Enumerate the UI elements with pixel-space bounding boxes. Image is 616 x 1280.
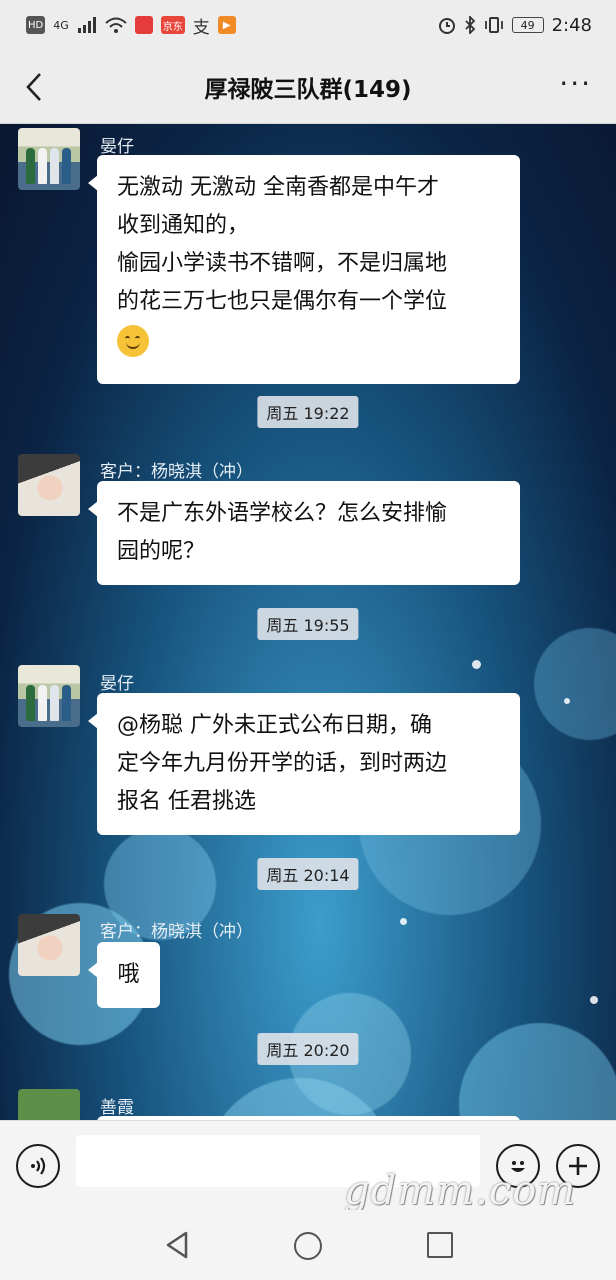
message-text: 哦 (117, 962, 140, 987)
chat-area[interactable]: 晏仔 无激动 无激动 全南香都是中午才 收到通知的， 愉园小学读书不错啊，不是归… (0, 124, 616, 1120)
message-bubble[interactable]: 哦 (88, 942, 160, 1008)
message-bubble[interactable]: 无激动 无激动 全南香都是中午才 收到通知的， 愉园小学读书不错啊，不是归属地 … (88, 155, 520, 384)
status-bar: HD 4G 京东 支 ▶ 49 2:48 (0, 0, 616, 50)
wifi-icon (105, 17, 127, 33)
avatar[interactable] (18, 1089, 80, 1120)
vibrate-icon (484, 17, 503, 33)
chat-header: 厚禄陂三队群(149) ··· (0, 50, 616, 124)
bokeh-dot (564, 698, 570, 704)
voice-button[interactable] (16, 1144, 60, 1188)
avatar[interactable] (18, 454, 80, 516)
back-button[interactable] (20, 70, 50, 104)
nav-home-button[interactable] (294, 1232, 322, 1260)
message-bubble[interactable]: @杨聪 广外未正式公布日期，确 定今年九月份开学的话，到时两边 报名 任君挑选 (88, 693, 520, 835)
alipay-app-icon: 支 (192, 17, 210, 38)
smile-emoji-icon (117, 325, 149, 357)
avatar[interactable] (18, 665, 80, 727)
message-text: 报名 任君挑选 (117, 789, 256, 814)
nav-recent-button[interactable] (427, 1232, 453, 1258)
voice-icon (31, 1157, 46, 1175)
avatar[interactable] (18, 914, 80, 976)
battery-icon: 49 (511, 17, 544, 33)
watermark: gdmm.com (344, 1168, 577, 1214)
sender-name: 善霞 (100, 1098, 134, 1118)
app-notification-icon (134, 16, 153, 34)
sender-name: 晏仔 (100, 137, 134, 157)
message-text: 定今年九月份开学的话，到时两边 (117, 751, 448, 776)
timestamp: 周五 19:22 (257, 396, 359, 428)
nav-back-button[interactable] (164, 1230, 190, 1260)
message-text: 的花三万七也只是偶尔有一个学位 (117, 289, 448, 314)
bokeh-dot (400, 918, 407, 925)
bokeh-dot (590, 996, 598, 1004)
message-text: @杨聪 广外未正式公布日期，确 (117, 713, 432, 738)
status-left: HD 4G 京东 支 ▶ (26, 13, 236, 38)
video-app-icon: ▶ (217, 16, 236, 34)
clock: 2:48 (551, 14, 592, 36)
sender-name: 客户：杨晓淇（冲） (100, 922, 253, 942)
alarm-icon (438, 18, 455, 34)
message-text: 无激动 无激动 全南香都是中午才 (117, 175, 439, 200)
sender-name: 客户：杨晓淇（冲） (100, 462, 253, 482)
avatar[interactable] (18, 128, 80, 190)
timestamp: 周五 19:55 (257, 608, 359, 640)
system-nav-bar (0, 1210, 616, 1280)
bokeh-dot (472, 660, 481, 669)
message-text: 不是广东外语学校么？怎么安排愉 (117, 501, 448, 526)
more-button[interactable]: ··· (559, 70, 592, 98)
timestamp: 周五 20:14 (257, 858, 359, 890)
sender-name: 晏仔 (100, 674, 134, 694)
message-text: 园的呢？ (117, 539, 206, 564)
chat-title: 厚禄陂三队群(149) (204, 76, 412, 103)
timestamp: 周五 20:20 (257, 1033, 359, 1065)
jd-app-icon: 京东 (160, 16, 185, 34)
signal-4g-label: 4G (53, 18, 69, 32)
bluetooth-icon (464, 16, 475, 34)
status-right: 49 2:48 (438, 15, 592, 36)
signal-icon (77, 17, 96, 33)
message-text: 收到通知的， (117, 213, 250, 238)
hd-badge: HD (26, 16, 46, 34)
message-bubble[interactable]: 不是广东外语学校么？怎么安排愉 园的呢？ (88, 481, 520, 585)
message-text: 愉园小学读书不错啊，不是归属地 (117, 251, 448, 276)
